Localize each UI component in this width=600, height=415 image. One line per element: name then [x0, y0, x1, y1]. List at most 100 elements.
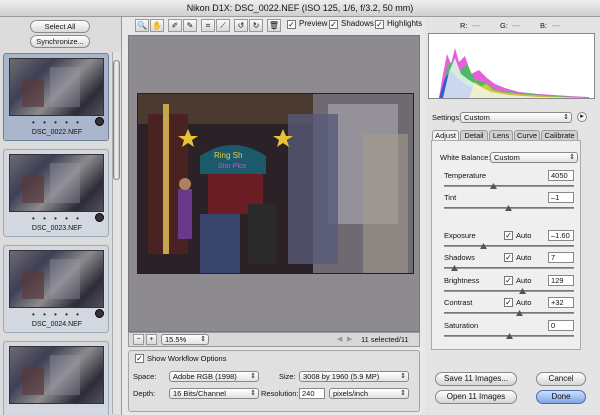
control-label: Temperature [444, 171, 487, 180]
straighten-icon[interactable]: ⟋ [216, 19, 230, 32]
control-label: Tint [444, 193, 457, 202]
preview-checkbox[interactable]: ✓ [287, 20, 296, 29]
thumbnail-item[interactable]: • • • • • DSC_0024.NEF [3, 245, 109, 333]
control-value-input[interactable]: +32 [548, 297, 574, 308]
next-image-icon[interactable]: ▶ [347, 335, 352, 343]
thumbnail-list: • • • • • DSC_0022.NEF • • • • • DSC_002… [3, 53, 111, 415]
control-value-input[interactable]: –1 [548, 192, 574, 203]
slider-knob[interactable] [451, 265, 458, 271]
resolution-label: Resolution: [261, 389, 299, 398]
slider-knob[interactable] [505, 205, 512, 211]
control-slider[interactable] [444, 265, 574, 271]
color-sampler-icon[interactable]: ✎ [183, 19, 197, 32]
settings-badge-icon [95, 213, 104, 222]
hand-icon[interactable]: ✋ [150, 19, 164, 32]
white-balance-select[interactable]: Custom [490, 152, 578, 163]
slider-knob[interactable] [480, 243, 487, 249]
workflow-options-panel: ✓ Show Workflow Options Space: Adobe RGB… [128, 350, 420, 412]
toolbar: 🔍 ✋ ✐ ✎ ⌗ ⟋ ↺ ↻ 🗑 ✓ Preview ✓ Shadows ✓ … [125, 17, 422, 35]
auto-checkbox[interactable]: ✓ [504, 276, 513, 285]
shadows-label: Shadows [341, 19, 374, 28]
show-workflow-checkbox[interactable]: ✓ [135, 354, 144, 363]
save-images-button[interactable]: Save 11 Images... [435, 372, 517, 386]
control-value-input[interactable]: 7 [548, 252, 574, 263]
auto-checkbox[interactable]: ✓ [504, 231, 513, 240]
control-slider[interactable] [444, 243, 574, 249]
zoom-in-icon[interactable]: + [146, 334, 157, 345]
control-value-input[interactable]: –1.60 [548, 230, 574, 241]
white-balance-icon[interactable]: ✐ [168, 19, 182, 32]
thumbnail-item[interactable]: • • • • • DSC_0023.NEF [3, 149, 109, 237]
control-slider[interactable] [444, 205, 574, 211]
settings-label: Settings: [432, 113, 462, 122]
control-slider[interactable] [444, 333, 574, 339]
rating-dots[interactable]: • • • • • [4, 214, 110, 223]
rating-dots[interactable]: • • • • • [4, 118, 110, 127]
auto-label: Auto [516, 276, 532, 285]
svg-text:Ring Sh: Ring Sh [214, 151, 242, 160]
rating-dots[interactable]: • • • • • [4, 310, 110, 319]
cancel-button[interactable]: Cancel [536, 372, 586, 386]
slider-knob[interactable] [490, 183, 497, 189]
thumbnail-image [9, 346, 104, 404]
settings-badge-icon [95, 117, 104, 126]
size-select[interactable]: 3008 by 1960 (5.9 MP) [299, 371, 409, 382]
previous-image-icon[interactable]: ◀ [337, 335, 342, 343]
preview-status-bar: − + 15.5% ◀ ▶ 11 selected/11 [128, 332, 420, 347]
size-label: Size: [279, 372, 296, 381]
resolution-input[interactable]: 240 [299, 388, 325, 399]
control-value-input[interactable]: 129 [548, 275, 574, 286]
blue-readout-value: --- [552, 21, 560, 30]
control-label: Contrast [444, 298, 473, 307]
trash-icon[interactable]: 🗑 [267, 19, 281, 32]
depth-select[interactable]: 16 Bits/Channel [169, 388, 259, 399]
settings-menu-icon[interactable]: ▸ [577, 112, 587, 122]
thumbnail-item[interactable]: • • • • • DSC_0022.NEF [3, 53, 109, 141]
zoom-level-select[interactable]: 15.5% [161, 334, 209, 345]
rotate-right-icon[interactable]: ↻ [249, 19, 263, 32]
rotate-left-icon[interactable]: ↺ [234, 19, 248, 32]
auto-checkbox[interactable]: ✓ [504, 253, 513, 262]
svg-text:Stor Plce: Stor Plce [218, 163, 247, 170]
preview-label: Preview [299, 19, 328, 28]
settings-select[interactable]: Custom [460, 112, 572, 123]
highlights-label: Highlights [387, 19, 423, 28]
space-select[interactable]: Adobe RGB (1998) [169, 371, 259, 382]
auto-label: Auto [516, 231, 532, 240]
blue-readout-label: B: [540, 21, 548, 30]
thumbnail-filename: DSC_0024.NEF [31, 321, 83, 328]
white-balance-label: White Balance: [440, 153, 491, 162]
open-images-button[interactable]: Open 11 Images [435, 390, 517, 404]
auto-label: Auto [516, 253, 532, 262]
done-button[interactable]: Done [536, 390, 586, 404]
thumbnail-item[interactable] [3, 341, 109, 415]
control-slider[interactable] [444, 183, 574, 189]
select-all-button[interactable]: Select All [30, 20, 90, 33]
adjust-panel: White Balance: Custom Temperature 4050 Tin… [431, 140, 581, 350]
auto-label: Auto [516, 298, 532, 307]
red-readout-value: --- [472, 21, 480, 30]
auto-checkbox[interactable]: ✓ [504, 298, 513, 307]
synchronize-button[interactable]: Synchronize... [30, 35, 90, 48]
zoom-icon[interactable]: 🔍 [135, 19, 149, 32]
scrollbar-thumb[interactable] [113, 60, 120, 180]
green-readout-value: --- [512, 21, 520, 30]
highlights-checkbox[interactable]: ✓ [375, 20, 384, 29]
control-value-input[interactable]: 0 [548, 320, 574, 331]
resolution-unit-select[interactable]: pixels/inch [329, 388, 409, 399]
control-label: Brightness [444, 276, 480, 285]
preview-photo[interactable]: Ring Sh Stor Plce [137, 93, 414, 274]
shadows-checkbox[interactable]: ✓ [329, 20, 338, 29]
slider-knob[interactable] [519, 288, 526, 294]
crop-icon[interactable]: ⌗ [201, 19, 215, 32]
slider-knob[interactable] [516, 310, 523, 316]
thumbnail-image [9, 58, 104, 116]
control-slider[interactable] [444, 310, 574, 316]
filmstrip-panel: Select All Synchronize... • • • • • DSC_… [0, 17, 122, 415]
control-slider[interactable] [444, 288, 574, 294]
control-value-input[interactable]: 4050 [548, 170, 574, 181]
red-readout-label: R: [460, 21, 468, 30]
thumbnail-filename: DSC_0022.NEF [31, 129, 83, 136]
zoom-out-icon[interactable]: − [133, 334, 144, 345]
slider-knob[interactable] [506, 333, 513, 339]
